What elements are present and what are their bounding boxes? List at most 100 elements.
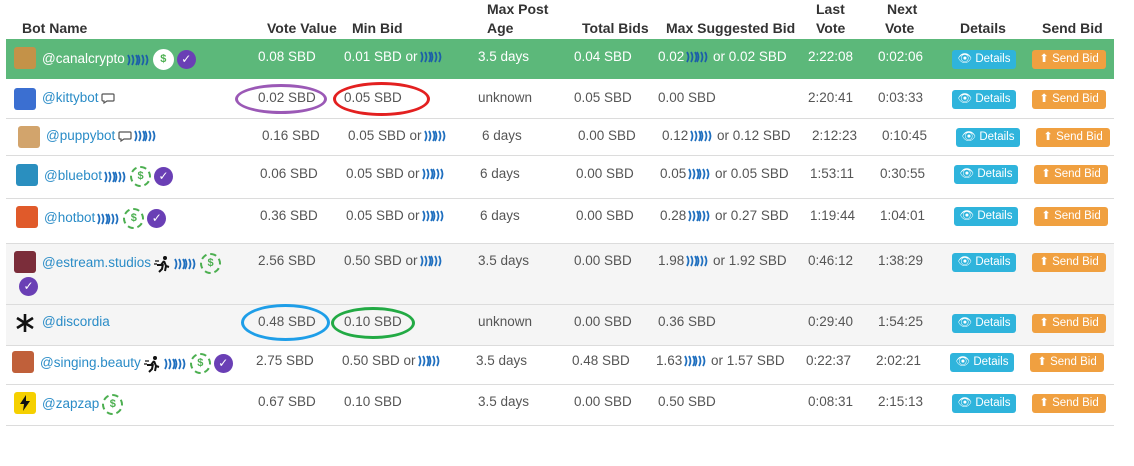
send-bid-button[interactable]: ⬆ Send Bid	[1030, 353, 1104, 372]
details-button[interactable]: 👁 Details	[954, 165, 1018, 184]
comment-icon	[101, 93, 116, 105]
total-bids: 0.05 SBD	[574, 90, 632, 105]
verified-icon: ✓	[154, 167, 173, 186]
steem-icon	[700, 130, 712, 142]
bot-avatar	[18, 126, 40, 148]
steem-icon	[696, 51, 708, 63]
details-button[interactable]: 👁 Details	[956, 128, 1020, 147]
dollar-icon: $	[152, 49, 174, 70]
details-button[interactable]: 👁 Details	[952, 314, 1016, 333]
steem-icon	[427, 355, 439, 367]
vote-value: 0.16 SBD	[262, 128, 320, 143]
steem-icon	[433, 130, 445, 142]
next-vote: 2:02:21	[876, 353, 922, 368]
next-vote: 2:15:13	[878, 394, 924, 409]
header-max-post-age-line2: Age	[487, 20, 514, 36]
total-bids: 0.48 SBD	[572, 353, 630, 368]
max-suggested-bid: 0.05 or 0.05 SBD	[660, 166, 789, 181]
send-bid-button[interactable]: ⬆ Send Bid	[1034, 165, 1108, 184]
total-bids: 0.00 SBD	[578, 128, 636, 143]
comment-icon	[118, 131, 132, 143]
details-button[interactable]: 👁 Details	[954, 207, 1018, 226]
send-bid-button[interactable]: ⬆ Send Bid	[1036, 128, 1110, 147]
bot-avatar	[14, 251, 36, 273]
table-header: Bot Name Vote Value Min Bid Max Post Age…	[0, 0, 1134, 38]
bot-name-link[interactable]: @estream.studios	[42, 255, 151, 270]
bot-name-link[interactable]: @discordia	[42, 314, 110, 329]
dollar-icon: $	[123, 208, 145, 229]
send-bid-button[interactable]: ⬆ Send Bid	[1032, 90, 1106, 109]
steem-icon	[184, 258, 196, 269]
max-suggested-bid: 0.12 or 0.12 SBD	[662, 128, 791, 143]
steem-icon	[429, 51, 441, 63]
last-vote: 0:29:40	[808, 314, 854, 329]
bot-avatar	[14, 47, 36, 69]
vote-value: 2.75 SBD	[256, 353, 314, 368]
steem-icon	[114, 171, 126, 182]
last-vote: 2:22:08	[808, 49, 854, 64]
send-bid-button[interactable]: ⬆ Send Bid	[1032, 394, 1106, 413]
send-bid-button[interactable]: ⬆ Send Bid	[1034, 207, 1108, 226]
last-vote: 0:08:31	[808, 394, 854, 409]
bot-name-link[interactable]: @bluebot	[44, 168, 102, 183]
send-bid-button[interactable]: ⬆ Send Bid	[1032, 50, 1106, 69]
steem-icon	[431, 168, 443, 180]
bot-name-link[interactable]: @singing.beauty	[40, 355, 141, 370]
details-button[interactable]: 👁 Details	[952, 90, 1016, 109]
steem-icon	[694, 355, 706, 367]
last-vote: 0:46:12	[808, 253, 854, 268]
blue-annotation-circle	[241, 304, 330, 341]
min-bid: 0.05 SBD or	[346, 166, 445, 181]
steem-icon	[698, 210, 710, 222]
total-bids: 0.00 SBD	[576, 208, 634, 223]
bot-name-link[interactable]: @puppybot	[46, 128, 115, 143]
max-suggested-bid: 1.98 or 1.92 SBD	[658, 253, 787, 268]
bot-avatar	[16, 206, 38, 228]
vote-value: 0.08 SBD	[258, 49, 316, 64]
bot-avatar	[14, 88, 36, 110]
next-vote: 1:38:29	[878, 253, 924, 268]
min-bid: 0.50 SBD or	[344, 253, 443, 268]
bot-name-link[interactable]: @hotbot	[44, 210, 95, 225]
header-min-bid: Min Bid	[352, 20, 403, 36]
last-vote: 2:20:41	[808, 90, 854, 105]
max-post-age: 3.5 days	[478, 49, 530, 64]
steem-icon	[136, 54, 149, 65]
header-next-vote-line1: Next	[887, 1, 918, 17]
table-row: @canalcrypto $ ✓ 0.08 SBD 0.01 SBD or 3.5 …	[6, 39, 1114, 79]
steem-icon	[173, 358, 186, 369]
verified-icon: ✓	[19, 277, 38, 296]
min-bid: 0.05 SBD or	[348, 128, 447, 143]
bot-name-link[interactable]: @canalcrypto	[42, 51, 125, 66]
next-vote: 1:04:01	[880, 208, 926, 223]
details-button[interactable]: 👁 Details	[950, 353, 1014, 372]
send-bid-button[interactable]: ⬆ Send Bid	[1032, 314, 1106, 333]
last-vote: 1:53:11	[810, 166, 855, 181]
header-next-vote-line2: Vote	[885, 20, 915, 36]
max-suggested-bid: 0.00 SBD	[658, 90, 716, 105]
bot-name-link[interactable]: @kittybot	[42, 90, 98, 105]
steem-icon	[429, 255, 441, 267]
details-button[interactable]: 👁 Details	[952, 394, 1016, 413]
max-suggested-bid: 0.28 or 0.27 SBD	[660, 208, 789, 223]
table-row: @estream.studios $ ✓ 2.56 SBD 0.50 SBD or…	[6, 244, 1114, 305]
details-button[interactable]: 👁 Details	[952, 253, 1016, 272]
header-bot-name: Bot Name	[22, 20, 88, 36]
next-vote: 0:30:55	[880, 166, 926, 181]
vote-value: 0.67 SBD	[258, 394, 316, 409]
steem-icon	[431, 210, 443, 222]
min-bid: 0.05 SBD or	[346, 208, 445, 223]
details-button[interactable]: 👁 Details	[952, 50, 1016, 69]
bot-name-link[interactable]: @zapzap	[42, 396, 99, 411]
max-post-age: 3.5 days	[478, 253, 530, 268]
max-suggested-bid: 0.50 SBD	[658, 394, 716, 409]
max-post-age: unknown	[478, 90, 533, 105]
send-bid-button[interactable]: ⬆ Send Bid	[1032, 253, 1106, 272]
bot-avatar	[14, 392, 36, 414]
last-vote: 0:22:37	[806, 353, 852, 368]
max-post-age: 6 days	[482, 128, 522, 143]
steem-icon	[698, 168, 710, 180]
min-bid: 0.50 SBD or	[342, 353, 441, 368]
next-vote: 0:02:06	[878, 49, 924, 64]
min-bid: 0.01 SBD or	[344, 49, 443, 64]
